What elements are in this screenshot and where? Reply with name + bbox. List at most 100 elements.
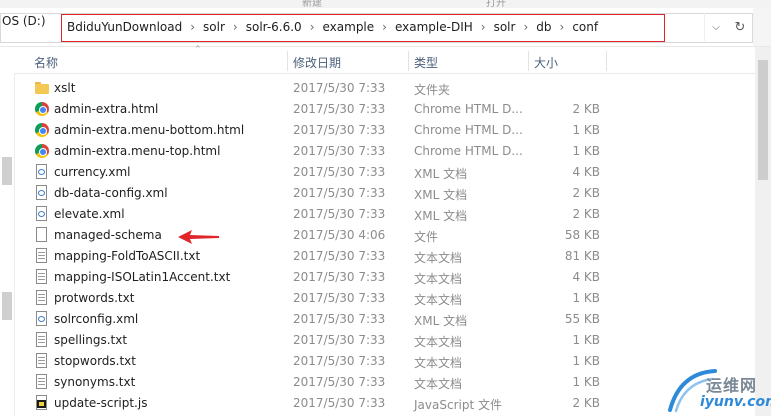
file-modified-date: 2017/5/30 7:33	[293, 249, 386, 263]
file-type: Chrome HTML D...	[414, 123, 523, 137]
file-row[interactable]: managed-schema 2017/5/30 4:06 文件 58 KB	[14, 225, 771, 246]
breadcrumb-item[interactable]: db	[535, 20, 552, 34]
file-row[interactable]: admin-extra.menu-bottom.html 2017/5/30 7:…	[14, 120, 771, 141]
file-row[interactable]: protwords.txt 2017/5/30 7:33 文本文档 1 KB	[14, 288, 771, 309]
file-row[interactable]: admin-extra.html 2017/5/30 7:33 Chrome HTM…	[14, 99, 771, 120]
file-modified-date: 2017/5/30 7:33	[293, 81, 386, 95]
annotation-arrow	[178, 230, 219, 244]
nav-item-selected[interactable]	[2, 292, 12, 320]
txt-icon	[34, 332, 50, 348]
file-row[interactable]: xslt 2017/5/30 7:33 文件夹	[14, 78, 771, 99]
breadcrumb-item[interactable]: solr	[493, 20, 517, 34]
blank-icon	[34, 227, 50, 243]
scrollbar-thumb[interactable]	[758, 60, 768, 180]
file-row[interactable]: synonyms.txt 2017/5/30 7:33 文本文档 1 KB	[14, 372, 771, 393]
chrome-icon	[34, 101, 50, 117]
xml-icon	[34, 311, 50, 327]
file-size: 1 KB	[572, 333, 600, 347]
breadcrumb-item[interactable]: solr	[202, 20, 226, 34]
xml-icon	[34, 185, 50, 201]
file-modified-date: 2017/5/30 7:33	[293, 165, 386, 179]
file-row[interactable]: update-script.js 2017/5/30 7:33 JavaScript…	[14, 393, 771, 414]
txt-icon	[34, 248, 50, 264]
breadcrumb-separator-icon[interactable]: ›	[481, 20, 486, 34]
breadcrumb-item[interactable]: example	[322, 20, 376, 34]
file-row[interactable]: stopwords.txt 2017/5/30 7:33 文本文档 1 KB	[14, 351, 771, 372]
breadcrumb-separator-icon[interactable]: ›	[523, 20, 528, 34]
breadcrumb-item[interactable]: BdiduYunDownload	[66, 20, 183, 34]
chevron-down-icon: ⌵	[712, 21, 720, 33]
file-type: 文本文档	[414, 335, 463, 349]
file-name: admin-extra.menu-bottom.html	[54, 123, 245, 137]
navigation-pane[interactable]	[0, 47, 15, 416]
file-name: elevate.xml	[54, 207, 125, 221]
column-headers: ⌃ 名称 修改日期 类型 大小	[14, 45, 771, 74]
file-row[interactable]: mapping-FoldToASCII.txt 2017/5/30 7:33 文本文…	[14, 246, 771, 267]
file-row[interactable]: currency.xml 2017/5/30 7:33 XML 文档 4 KB	[14, 162, 771, 183]
txt-icon	[34, 353, 50, 369]
file-size: 2 KB	[572, 186, 600, 200]
file-size: 1 KB	[572, 354, 600, 368]
file-modified-date: 2017/5/30 7:33	[293, 291, 386, 305]
file-modified-date: 2017/5/30 7:33	[293, 144, 386, 158]
file-size: 2 KB	[572, 396, 600, 410]
column-header-name[interactable]: 名称	[34, 54, 58, 71]
file-row[interactable]: solrconfig.xml 2017/5/30 7:33 XML 文档 55 KB	[14, 309, 771, 330]
refresh-icon: ↻	[734, 19, 746, 35]
column-divider[interactable]	[528, 51, 529, 71]
breadcrumb-item[interactable]: conf	[571, 20, 599, 34]
file-modified-date: 2017/5/30 7:33	[293, 186, 386, 200]
file-modified-date: 2017/5/30 7:33	[293, 375, 386, 389]
chrome-icon	[34, 122, 50, 138]
column-divider[interactable]	[287, 51, 288, 71]
file-type: 文本文档	[414, 377, 463, 391]
xml-icon	[34, 164, 50, 180]
file-row[interactable]: admin-extra.menu-top.html 2017/5/30 7:33 C…	[14, 141, 771, 162]
column-header-type[interactable]: 类型	[414, 54, 438, 71]
file-modified-date: 2017/5/30 7:33	[293, 207, 386, 221]
txt-icon	[34, 374, 50, 390]
nav-item-selected[interactable]	[2, 157, 12, 185]
file-type: 文本文档	[414, 293, 463, 307]
file-name: protwords.txt	[54, 291, 135, 305]
file-name: db-data-config.xml	[54, 186, 168, 200]
address-bar-row: OS (D:) BdiduYunDownload › solr › solr-6.6.0…	[0, 8, 771, 47]
file-type: 文本文档	[414, 272, 463, 286]
file-modified-date: 2017/5/30 7:33	[293, 396, 386, 410]
file-name: admin-extra.html	[54, 102, 159, 116]
file-size: 55 KB	[564, 312, 600, 326]
file-type: 文本文档	[414, 251, 463, 265]
breadcrumb-item[interactable]: example-DIH	[394, 20, 474, 34]
file-type: 文件	[414, 230, 439, 244]
file-name: admin-extra.menu-top.html	[54, 144, 221, 158]
file-type: 文件夹	[414, 83, 451, 97]
sort-caret-icon: ⌃	[194, 45, 202, 55]
breadcrumb-item[interactable]: solr-6.6.0	[245, 20, 303, 34]
file-name: solrconfig.xml	[54, 312, 139, 326]
breadcrumb-drive[interactable]: OS (D:)	[2, 14, 46, 28]
breadcrumb-separator-icon[interactable]: ›	[560, 20, 565, 34]
column-divider[interactable]	[606, 51, 607, 71]
file-row[interactable]: spellings.txt 2017/5/30 7:33 文本文档 1 KB	[14, 330, 771, 351]
address-dropdown-button[interactable]: ⌵	[704, 13, 727, 41]
column-header-size[interactable]: 大小	[534, 54, 558, 71]
breadcrumb-separator-icon[interactable]: ›	[190, 20, 195, 34]
txt-icon	[34, 290, 50, 306]
file-modified-date: 2017/5/30 7:33	[293, 123, 386, 137]
column-header-date[interactable]: 修改日期	[293, 54, 341, 71]
file-size: 81 KB	[564, 249, 600, 263]
breadcrumb-separator-icon[interactable]: ›	[310, 20, 315, 34]
file-type: Chrome HTML D...	[414, 102, 523, 116]
column-divider[interactable]	[408, 51, 409, 71]
breadcrumb-separator-icon[interactable]: ›	[233, 20, 238, 34]
breadcrumb-separator-icon[interactable]: ›	[382, 20, 387, 34]
file-row[interactable]: mapping-ISOLatin1Accent.txt 2017/5/30 7:3…	[14, 267, 771, 288]
watermark-cn-text: 运维网	[706, 376, 758, 395]
refresh-button[interactable]: ↻	[730, 13, 750, 41]
file-modified-date: 2017/5/30 4:06	[293, 228, 386, 242]
file-type: XML 文档	[414, 314, 468, 328]
file-row[interactable]: db-data-config.xml 2017/5/30 7:33 XML 文档 2 …	[14, 183, 771, 204]
search-box-edge[interactable]	[753, 8, 771, 46]
file-row[interactable]: elevate.xml 2017/5/30 7:33 XML 文档 2 KB	[14, 204, 771, 225]
file-explorer-window: 新建 打开 OS (D:) BdiduYunDownload › solr › solr…	[0, 0, 771, 416]
